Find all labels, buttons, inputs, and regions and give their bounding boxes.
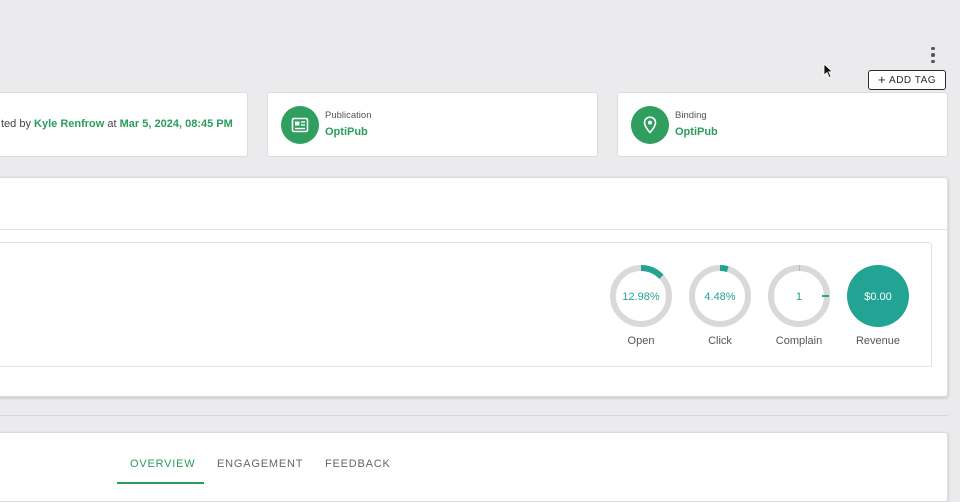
plus-icon: +: [877, 72, 887, 87]
revenue-value: $0.00: [864, 291, 892, 303]
active-tab-indicator: [117, 482, 204, 484]
binding-card: Binding OptiPub: [617, 92, 948, 157]
stat-open: 12.98% Open: [608, 263, 674, 347]
stats-box: 12.98% Open 4.48% Click 1 Complain $0.00…: [0, 242, 932, 367]
created-by-user: Kyle Renfrow: [34, 118, 105, 130]
stat-complain: 1 Complain: [766, 263, 832, 347]
panel-divider: [0, 229, 947, 230]
binding-label: Binding: [675, 110, 707, 121]
created-at-timestamp: Mar 5, 2024, 08:45 PM: [119, 118, 233, 130]
complain-ring: 1: [768, 265, 830, 327]
click-value: 4.48%: [704, 291, 735, 303]
more-vert-icon: [931, 46, 935, 51]
revenue-label: Revenue: [855, 335, 901, 347]
created-info-text: ted by Kyle Renfrow at Mar 5, 2024, 08:4…: [1, 118, 233, 130]
location-pin-icon: [631, 106, 669, 144]
publication-value[interactable]: OptiPub: [325, 126, 368, 138]
tabs-panel: OVERVIEW ENGAGEMENT FEEDBACK: [0, 432, 948, 502]
publication-card: Publication OptiPub: [267, 92, 598, 157]
publication-label: Publication: [325, 110, 372, 121]
stat-revenue: $0.00 Revenue: [845, 263, 911, 347]
stat-click: 4.48% Click: [687, 263, 753, 347]
complain-value: 1: [796, 291, 802, 303]
mouse-cursor-icon: [823, 63, 834, 79]
stats-panel: 12.98% Open 4.48% Click 1 Complain $0.00…: [0, 177, 948, 397]
add-tag-label: ADD TAG: [889, 74, 937, 86]
created-info-card: ted by Kyle Renfrow at Mar 5, 2024, 08:4…: [0, 92, 248, 157]
newspaper-icon: [281, 106, 319, 144]
open-value: 12.98%: [622, 291, 660, 303]
tab-feedback[interactable]: FEEDBACK: [325, 458, 391, 470]
more-options-button[interactable]: [924, 44, 942, 66]
revenue-disc: $0.00: [847, 265, 909, 327]
add-tag-button[interactable]: + ADD TAG: [868, 70, 946, 90]
click-label: Click: [708, 335, 732, 347]
open-label: Open: [627, 335, 655, 347]
binding-value[interactable]: OptiPub: [675, 126, 718, 138]
tab-overview[interactable]: OVERVIEW: [130, 458, 196, 470]
click-ring: 4.48%: [689, 265, 751, 327]
open-ring: 12.98%: [610, 265, 672, 327]
section-separator: [0, 415, 948, 416]
complain-label: Complain: [775, 335, 823, 347]
tab-engagement[interactable]: ENGAGEMENT: [217, 458, 303, 470]
